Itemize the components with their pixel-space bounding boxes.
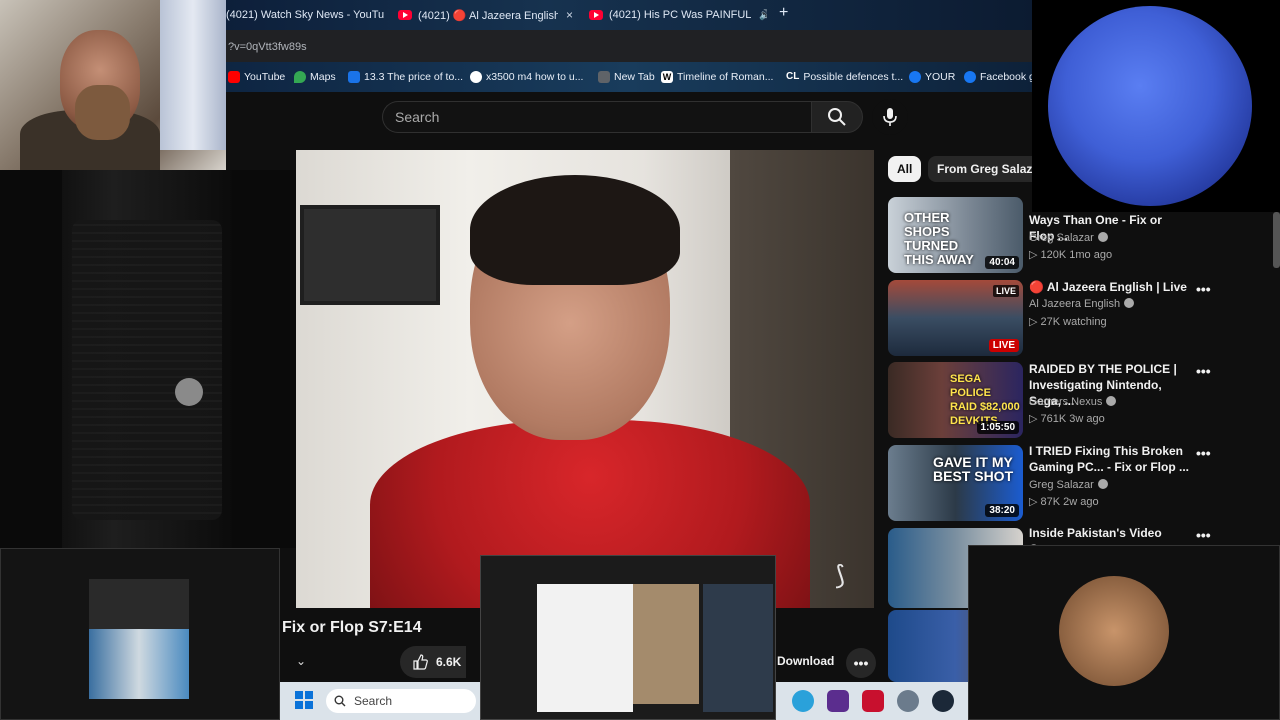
- video-meta: ▷ 27K watching: [1029, 316, 1107, 328]
- youtube-icon: [398, 10, 412, 20]
- thumbnail-text: OTHER SHOPS TURNED THIS AWAY: [904, 210, 974, 267]
- tab-his-pc-was-painful[interactable]: (4021) His PC Was PAINFUL 🔊 ×: [589, 0, 767, 30]
- recommendation-thumbnail[interactable]: LIVE LIVE: [888, 280, 1023, 356]
- neptune-planet-image: [1048, 6, 1252, 206]
- facebook-icon: [909, 71, 921, 83]
- more-options-icon[interactable]: •••: [1196, 527, 1211, 543]
- twitch-studio-icon[interactable]: [827, 690, 849, 712]
- close-icon[interactable]: ×: [566, 8, 573, 22]
- settings-gear-icon[interactable]: [897, 690, 919, 712]
- more-actions-button[interactable]: •••: [846, 648, 876, 678]
- wikipedia-icon: W: [661, 71, 673, 83]
- recommendation-thumbnail[interactable]: OTHER SHOPS TURNED THIS AWAY 40:04: [888, 197, 1023, 273]
- chip-all[interactable]: All: [888, 156, 922, 182]
- more-options-icon[interactable]: •••: [1196, 363, 1211, 379]
- verified-icon: [1106, 396, 1117, 406]
- bookmark-x3500[interactable]: x3500 m4 how to u...: [470, 71, 583, 83]
- tab-al-jazeera[interactable]: (4021) 🔴 Al Jazeera English | ×: [398, 0, 576, 30]
- thumbs-up-icon: [413, 654, 428, 670]
- recommendation-thumbnail[interactable]: SEGA POLICE RAID $82,000 DEVKITS 1:05:50: [888, 362, 1023, 438]
- taskbar-search[interactable]: Search: [326, 689, 476, 713]
- video-person-hair: [470, 175, 680, 285]
- bookmark-facebook-group[interactable]: Facebook gr: [964, 71, 1038, 83]
- live-indicator: LIVE: [992, 285, 1019, 297]
- download-button[interactable]: Download: [777, 654, 834, 668]
- bookmark-icon: [348, 71, 360, 83]
- channel-name[interactable]: Greg Salazar: [1029, 232, 1108, 244]
- youtube-icon: [228, 71, 240, 83]
- telegram-icon[interactable]: [792, 690, 814, 712]
- thumbnail-text: GAVE IT MY BEST SHOT: [933, 454, 1014, 484]
- bookmark-your[interactable]: YOUR: [909, 71, 955, 83]
- app-lightning-icon[interactable]: [862, 690, 884, 712]
- like-button[interactable]: 6.6K: [400, 646, 466, 678]
- duration-badge: 40:04: [985, 256, 1019, 269]
- verified-icon: [1097, 232, 1108, 242]
- case-logo-icon: [175, 378, 203, 406]
- map-pin-icon: [294, 71, 306, 83]
- more-options-icon[interactable]: •••: [1196, 281, 1211, 297]
- thumbnail-text: SEGA POLICE RAID $82,000 DEVKITS: [950, 373, 1020, 427]
- url-text[interactable]: ?v=0qVtt3fw89s: [228, 41, 307, 53]
- speaker-icon[interactable]: 🔊: [759, 10, 767, 21]
- screenshot-overlay-right: [968, 545, 1280, 720]
- channel-name[interactable]: Gamers Nexus: [1029, 396, 1117, 408]
- cl-icon: CL: [786, 71, 800, 82]
- search-input[interactable]: Search: [382, 101, 811, 133]
- search-icon: [334, 695, 346, 707]
- search-icon: [828, 108, 846, 126]
- more-options-icon[interactable]: •••: [1196, 445, 1211, 461]
- new-tab-button[interactable]: +: [779, 4, 788, 22]
- bookmark-youtube[interactable]: YouTube: [228, 71, 285, 83]
- verified-icon: [1097, 479, 1108, 489]
- bookmark-new-tab[interactable]: New Tab: [598, 71, 655, 83]
- windows-start-icon[interactable]: [294, 690, 314, 710]
- pc-fan-grille: [72, 220, 222, 520]
- search-placeholder: Search: [395, 109, 440, 125]
- video-meta: ▷ 761K 3w ago: [1029, 413, 1105, 425]
- like-count: 6.6K: [436, 655, 462, 669]
- bookmark-timeline[interactable]: W Timeline of Roman...: [661, 71, 773, 83]
- channel-name[interactable]: Greg Salazar: [1029, 479, 1108, 491]
- google-icon: [470, 71, 482, 83]
- channel-watermark-icon: ⟆: [835, 560, 846, 590]
- tab-label: (4021) Watch Sky News - YouTu: [226, 9, 385, 21]
- chevron-down-icon[interactable]: ⌄: [296, 654, 306, 668]
- tab-label: (4021) 🔴 Al Jazeera English |: [418, 9, 558, 22]
- screenshot-overlay-left: [0, 548, 280, 720]
- recommendation-title[interactable]: 🔴 Al Jazeera English | Live: [1029, 279, 1189, 295]
- steam-icon[interactable]: [932, 690, 954, 712]
- voice-search-button[interactable]: [872, 99, 908, 135]
- youtube-icon: [589, 10, 603, 20]
- video-frame-shelf: [300, 205, 440, 305]
- page-icon: [598, 71, 610, 83]
- tab-label: (4021) His PC Was PAINFUL: [609, 9, 752, 21]
- microphone-icon: [883, 108, 897, 126]
- screenshot-overlay-middle: [480, 555, 776, 720]
- duration-badge: 38:20: [985, 504, 1019, 517]
- bookmark-price[interactable]: 13.3 The price of to...: [348, 71, 463, 83]
- verified-icon: [1124, 298, 1135, 308]
- video-meta: ▷ 120K 1mo ago: [1029, 249, 1113, 261]
- live-badge: LIVE: [988, 339, 1019, 352]
- channel-name[interactable]: Al Jazeera English: [1029, 298, 1135, 310]
- facebook-icon: [964, 71, 976, 83]
- sidebar-scrollbar[interactable]: [1273, 212, 1280, 268]
- recommendation-thumbnail[interactable]: GAVE IT MY BEST SHOT 38:20: [888, 445, 1023, 521]
- video-title: Fix or Flop S7:E14: [282, 619, 422, 636]
- recommendation-title[interactable]: I TRIED Fixing This Broken Gaming PC... …: [1029, 443, 1189, 475]
- webcam-curtain: [160, 0, 226, 150]
- bookmark-maps[interactable]: Maps: [294, 71, 336, 83]
- webcam-person-beard: [75, 85, 130, 140]
- duration-badge: 1:05:50: [976, 421, 1019, 434]
- search-button[interactable]: [811, 101, 863, 133]
- address-bar[interactable]: [225, 30, 1032, 62]
- video-meta: ▷ 87K 2w ago: [1029, 496, 1099, 508]
- tab-sky-news[interactable]: (4021) Watch Sky News - YouTu ×: [226, 0, 386, 30]
- bookmark-defences[interactable]: CL Possible defences t...: [786, 71, 903, 83]
